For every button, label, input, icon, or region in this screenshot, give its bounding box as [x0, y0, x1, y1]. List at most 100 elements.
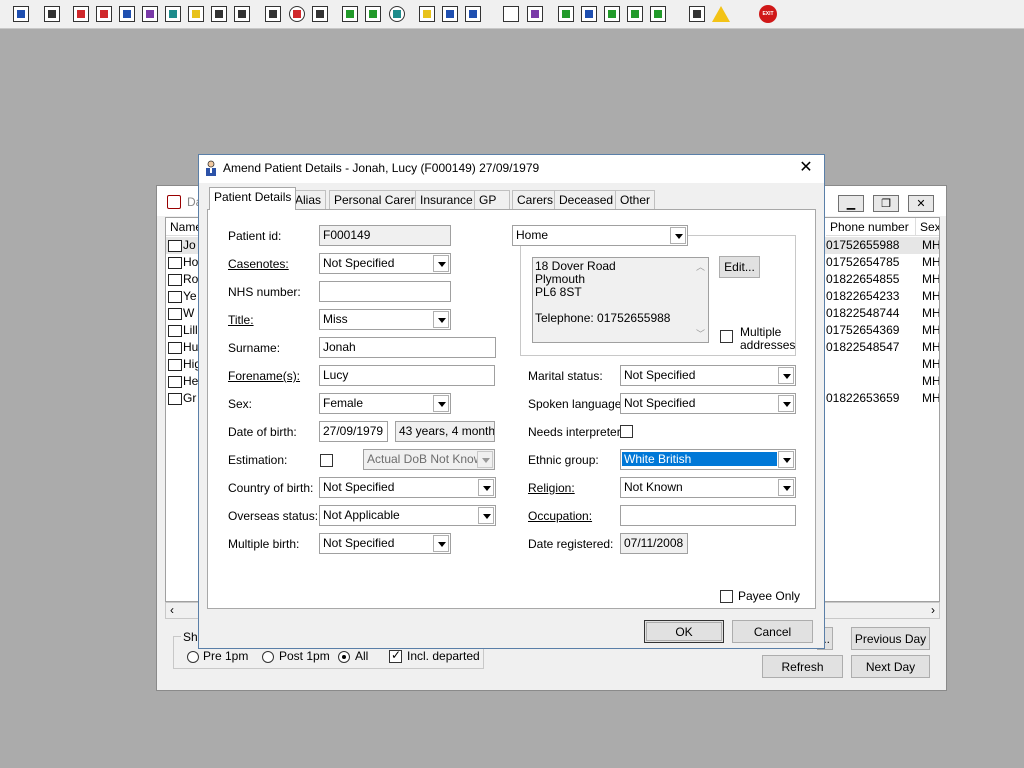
notes-icon[interactable]	[185, 3, 207, 25]
table-row[interactable]: Lill	[168, 322, 198, 339]
scroll-right-icon[interactable]: ›	[931, 603, 935, 617]
exit-icon[interactable]: EXIT	[757, 3, 779, 25]
list-check-icon[interactable]	[601, 3, 623, 25]
religion-select[interactable]: Not Known	[620, 477, 796, 498]
chevron-down-icon[interactable]	[778, 451, 794, 468]
table-row[interactable]: Hu	[168, 339, 198, 356]
chevron-down-icon[interactable]	[778, 395, 794, 412]
table-row[interactable]: Ro	[168, 271, 198, 288]
chevron-down-icon[interactable]	[433, 311, 449, 328]
memo-icon[interactable]	[416, 3, 438, 25]
scroll-up-icon[interactable]: ︿	[696, 260, 705, 273]
spoken-language-select[interactable]: Not Specified	[620, 393, 796, 414]
table-row[interactable]: He	[168, 373, 198, 390]
warning-icon[interactable]	[710, 3, 732, 25]
multiple-birth-select[interactable]: Not Specified	[319, 533, 451, 554]
mail-m-icon[interactable]	[139, 3, 161, 25]
close-icon[interactable]: ✕	[908, 195, 934, 212]
chevron-down-icon[interactable]	[778, 479, 794, 496]
column-header-sex[interactable]: Sex	[916, 218, 939, 236]
envelope-icon[interactable]	[262, 3, 284, 25]
chevron-down-icon[interactable]	[433, 255, 449, 272]
table-row[interactable]: Ho	[168, 254, 198, 271]
scroll-down-icon[interactable]: ﹀	[696, 327, 705, 340]
restore-icon[interactable]: ❐	[873, 195, 899, 212]
pre1pm-radio[interactable]	[187, 651, 199, 663]
globe-icon[interactable]	[386, 3, 408, 25]
sex-cell: MH	[922, 306, 940, 320]
chevron-down-icon[interactable]	[478, 479, 494, 496]
tab-deceased[interactable]: Deceased	[554, 190, 619, 209]
card-icon[interactable]	[116, 3, 138, 25]
tab-carers[interactable]: Carers	[512, 190, 559, 209]
document-icon[interactable]	[500, 3, 522, 25]
upload-icon[interactable]	[647, 3, 669, 25]
previous-day-button[interactable]: Previous Day	[851, 627, 930, 650]
phone-cell: 01822653659	[826, 391, 900, 405]
network-icon[interactable]	[555, 3, 577, 25]
chevron-down-icon[interactable]	[670, 227, 686, 244]
ethnic-group-select[interactable]: White British	[620, 449, 796, 470]
marital-status-select[interactable]: Not Specified	[620, 365, 796, 386]
address-type-select[interactable]: Home	[512, 225, 688, 246]
incl-departed-checkbox[interactable]	[389, 648, 402, 663]
table-row[interactable]: Ye	[168, 288, 197, 305]
truck-icon[interactable]	[208, 3, 230, 25]
ambulance-icon[interactable]	[462, 3, 484, 25]
edit-book-icon[interactable]	[93, 3, 115, 25]
tab-patient-details[interactable]: Patient Details	[209, 187, 297, 210]
patient-icon[interactable]	[10, 3, 32, 25]
tab-gp[interactable]: GP	[474, 190, 510, 209]
post1pm-radio[interactable]	[262, 651, 274, 663]
refresh-button[interactable]: Refresh	[762, 655, 843, 678]
transfer-icon[interactable]	[686, 3, 708, 25]
tab-personal-carers[interactable]: Personal Carers	[329, 190, 426, 209]
chevron-down-icon[interactable]	[778, 367, 794, 384]
sex-select[interactable]: Female	[319, 393, 451, 414]
occupation-input[interactable]	[620, 505, 796, 526]
casenotes-select[interactable]: Not Specified	[319, 253, 451, 274]
forenames-input[interactable]: Lucy	[319, 365, 495, 386]
payee-only-checkbox[interactable]	[720, 590, 733, 603]
person-icon[interactable]	[162, 3, 184, 25]
estimation-checkbox[interactable]	[320, 454, 333, 467]
check-form-icon[interactable]	[578, 3, 600, 25]
book-icon[interactable]	[70, 3, 92, 25]
country-of-birth-select[interactable]: Not Specified	[319, 477, 496, 498]
dob-input[interactable]: 27/09/1979	[319, 421, 388, 442]
tab-insurance[interactable]: Insurance	[415, 190, 478, 209]
table-row[interactable]: W	[168, 305, 194, 322]
clock-icon[interactable]	[286, 3, 308, 25]
chart-icon[interactable]	[339, 3, 361, 25]
cancel-button[interactable]: Cancel	[732, 620, 813, 643]
table-row[interactable]: Hig	[168, 356, 201, 373]
tab-other[interactable]: Other	[615, 190, 656, 209]
table-row[interactable]: Jo	[168, 237, 196, 254]
chart-edit-icon[interactable]	[362, 3, 384, 25]
title-select[interactable]: Miss	[319, 309, 451, 330]
scroll-left-icon[interactable]: ‹	[170, 603, 174, 617]
ok-button[interactable]: OK	[644, 620, 724, 643]
printer-icon[interactable]	[41, 3, 63, 25]
minimize-icon[interactable]: ▁	[838, 195, 864, 212]
table-row[interactable]: Gr	[168, 390, 196, 407]
download-icon[interactable]	[624, 3, 646, 25]
bed-icon[interactable]	[439, 3, 461, 25]
overseas-status-select[interactable]: Not Applicable	[319, 505, 496, 526]
monitor-icon[interactable]	[309, 3, 331, 25]
chevron-down-icon[interactable]	[433, 395, 449, 412]
dialog-close-icon[interactable]: ✕	[796, 158, 816, 178]
surname-input[interactable]: Jonah	[319, 337, 496, 358]
nhs-number-input[interactable]	[319, 281, 451, 302]
chevron-down-icon[interactable]	[433, 535, 449, 552]
bar-chart-icon[interactable]	[524, 3, 546, 25]
vehicle-icon[interactable]	[231, 3, 253, 25]
column-header-phone[interactable]: Phone number	[826, 218, 916, 236]
all-radio[interactable]	[338, 651, 350, 663]
multiple-addresses-checkbox[interactable]	[720, 330, 733, 343]
next-day-button[interactable]: Next Day	[851, 655, 930, 678]
edit-address-button[interactable]: Edit...	[719, 256, 760, 278]
needs-interpreter-checkbox[interactable]	[620, 425, 633, 438]
religion-label: Religion:	[528, 481, 575, 495]
chevron-down-icon[interactable]	[478, 507, 494, 524]
